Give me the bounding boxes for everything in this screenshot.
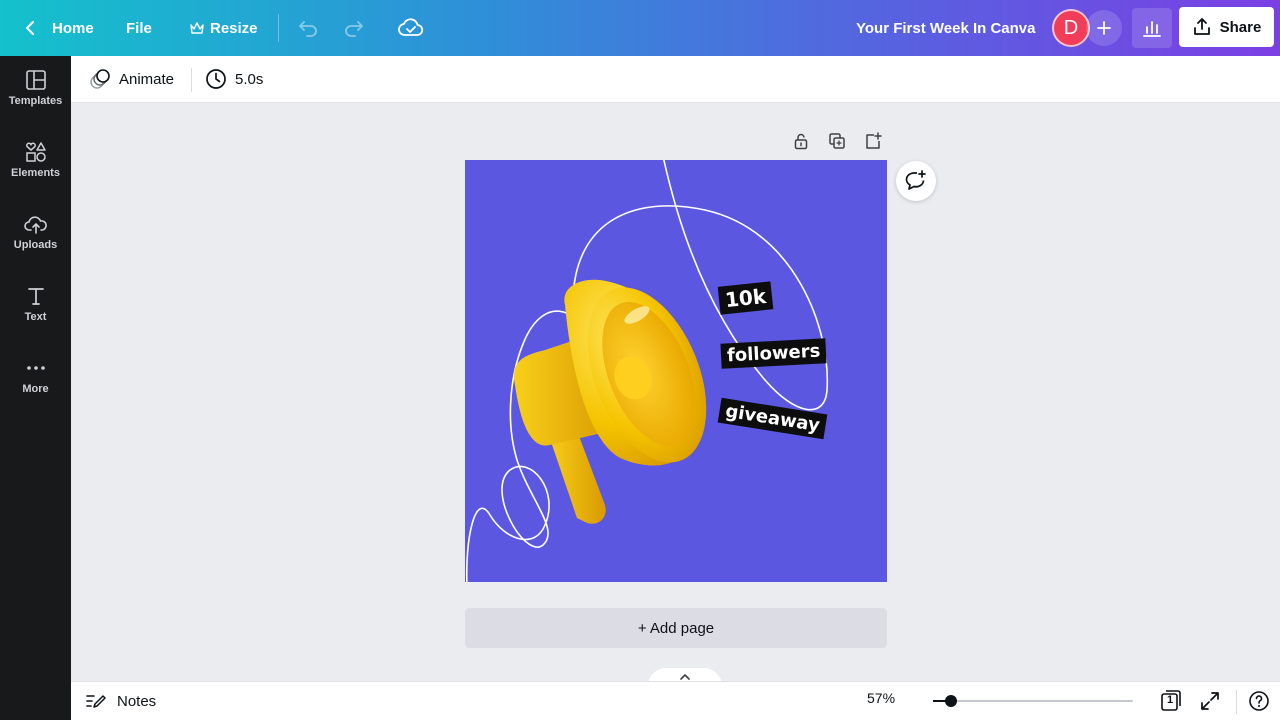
document-title[interactable]: Your First Week In Canva: [846, 8, 1046, 48]
fullscreen-button[interactable]: [1198, 689, 1222, 713]
notes-button[interactable]: Notes: [83, 687, 158, 715]
toolbar-divider: [278, 14, 279, 42]
plus-icon: [1097, 21, 1111, 35]
templates-icon: [25, 70, 46, 90]
animate-label: Animate: [119, 70, 175, 88]
add-page-icon-button[interactable]: [862, 130, 884, 152]
comment-add-icon: [905, 170, 926, 190]
chevron-left-icon: [26, 21, 34, 35]
home-button[interactable]: Home: [12, 8, 104, 48]
zoom-slider[interactable]: [933, 695, 1133, 707]
share-button[interactable]: Share: [1179, 7, 1274, 47]
upload-cloud-icon: [23, 216, 47, 234]
chevron-up-icon: [680, 674, 690, 680]
page-count: 1: [1167, 694, 1174, 706]
notes-pencil-icon: [86, 695, 106, 708]
elements-icon: [25, 142, 46, 162]
page-count-button[interactable]: 1: [1159, 689, 1183, 713]
lock-page-button[interactable]: [790, 130, 812, 152]
sidebar-item-text[interactable]: Text: [0, 272, 71, 336]
sidebar-item-templates[interactable]: Templates: [0, 56, 71, 120]
design-canvas[interactable]: 10k followers giveaway: [465, 160, 887, 582]
cloud-check-icon: [398, 18, 424, 36]
sidebar-item-uploads[interactable]: Uploads: [0, 200, 71, 264]
bottombar-divider: [1236, 690, 1237, 714]
duplicate-icon: [829, 133, 845, 149]
expand-icon: [1201, 692, 1219, 710]
sidebar-item-label: Text: [24, 311, 47, 323]
editor-toolbar: Animate 5.0s: [71, 56, 1280, 103]
cloud-save-status-button[interactable]: [394, 12, 428, 44]
zoom-slider-handle[interactable]: [945, 695, 957, 707]
resize-button[interactable]: Resize: [180, 8, 268, 48]
avatar[interactable]: D: [1052, 9, 1090, 47]
share-upload-icon: [1193, 18, 1210, 35]
animate-button[interactable]: Animate: [83, 63, 180, 95]
add-page-icon: [866, 132, 882, 149]
bottom-bar: Notes 57% 1: [71, 681, 1280, 720]
file-label: File: [126, 19, 152, 37]
top-bar: Home File Resize Your First Week In Canv…: [0, 0, 1280, 56]
sidebar-item-more[interactable]: More: [0, 344, 71, 408]
more-dots-icon: [26, 366, 45, 370]
page-tools: [790, 130, 884, 152]
sidebar-item-elements[interactable]: Elements: [0, 128, 71, 192]
add-comment-button[interactable]: [896, 161, 936, 201]
redo-button[interactable]: [338, 12, 370, 44]
sidebar-item-label: Elements: [11, 167, 60, 179]
clock-icon: [206, 69, 226, 89]
unlock-icon: [794, 133, 808, 150]
design-text-10k[interactable]: 10k: [717, 281, 774, 315]
help-question-icon: [1249, 691, 1269, 711]
help-button[interactable]: [1247, 689, 1271, 713]
sidebar-item-label: Templates: [8, 95, 63, 107]
animate-icon: [90, 69, 110, 89]
home-label: Home: [52, 19, 94, 37]
bar-chart-icon: [1143, 21, 1161, 37]
text-icon: [27, 288, 44, 305]
notes-label: Notes: [117, 692, 157, 710]
sidebar-item-label: More: [22, 383, 49, 395]
file-menu-button[interactable]: File: [116, 8, 162, 48]
duration-label: 5.0s: [235, 70, 264, 88]
redo-icon: [345, 21, 363, 37]
insights-button[interactable]: [1132, 8, 1172, 48]
left-sidebar: Templates Elements Uploads Text More: [0, 56, 71, 720]
add-page-button[interactable]: + Add page: [465, 608, 887, 648]
share-label: Share: [1219, 18, 1262, 36]
add-collaborator-button[interactable]: [1086, 10, 1122, 46]
toolbar-divider: [191, 68, 192, 92]
duplicate-page-button[interactable]: [826, 130, 848, 152]
undo-icon: [299, 21, 317, 37]
megaphone-illustration: [514, 279, 707, 524]
duration-button[interactable]: 5.0s: [201, 63, 267, 95]
crown-icon: [190, 22, 204, 34]
sidebar-item-label: Uploads: [13, 239, 58, 251]
zoom-level[interactable]: 57%: [867, 690, 895, 706]
undo-button[interactable]: [292, 12, 324, 44]
resize-label: Resize: [210, 19, 258, 37]
